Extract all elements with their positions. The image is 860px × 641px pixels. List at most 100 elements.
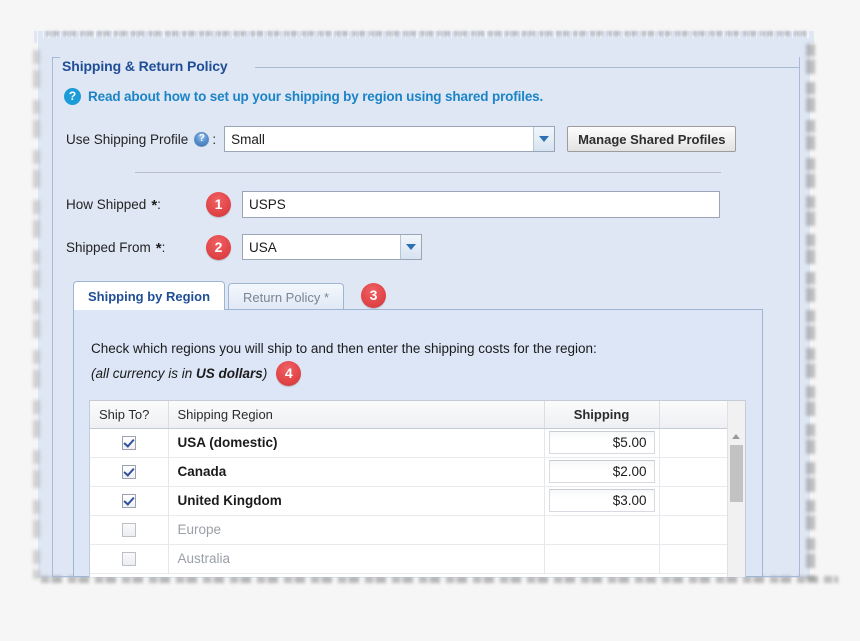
step-badge-1: 1 (206, 192, 231, 217)
table-header-row: Ship To? Shipping Region Shipping (90, 401, 727, 429)
use-shipping-profile-row: Use Shipping Profile : Small Manage Shar… (66, 126, 737, 152)
region-label: Europe (177, 522, 222, 537)
fieldset-border-right-stub (255, 67, 800, 68)
region-cell: Canada (168, 457, 545, 487)
torn-edge-bottom (38, 576, 838, 583)
chevron-down-icon[interactable] (400, 235, 421, 259)
how-shipped-label-cell: How Shipped * : (66, 197, 206, 214)
torn-edge-left (33, 44, 40, 579)
help-link-label: Read about how to set up your shipping b… (88, 89, 544, 104)
how-shipped-row: How Shipped * : 1 USPS (66, 191, 720, 218)
column-header-region: Shipping Region (168, 401, 545, 429)
page-title: Shipping & Return Policy (62, 58, 228, 74)
table-row: Australia (90, 544, 727, 574)
shipping-price-value: $2.00 (612, 464, 647, 479)
table-body: USA (domestic) $5.00 Canada $2.00 United Kin… (90, 428, 727, 574)
shipping-regions-table-container: Ship To? Shipping Region Shipping USA (d… (89, 400, 746, 577)
shipping-price-cell: $5.00 (544, 428, 660, 458)
step-badge-3: 3 (361, 283, 387, 308)
shipping-price-value: $3.00 (612, 493, 647, 508)
fieldset-border-left-stub (52, 57, 60, 58)
region-cell: United Kingdom (168, 486, 545, 516)
currency-note-suffix: ) (262, 365, 268, 381)
currency-note: (all currency is in US dollars) (91, 364, 267, 384)
region-label: United Kingdom (177, 493, 282, 508)
shared-profiles-help-link[interactable]: ? Read about how to set up your shipping… (64, 88, 543, 105)
shipping-price-cell (544, 544, 660, 574)
ship-to-checkbox[interactable] (121, 465, 136, 480)
tab-return-policy-label: Return Policy * (243, 289, 330, 305)
ship-to-cell (90, 486, 169, 516)
tab-shipping-by-region[interactable]: Shipping by Region (73, 281, 226, 310)
instructions-text: Check which regions you will ship to and… (91, 339, 751, 386)
table-row: USA (domestic) $5.00 (90, 428, 727, 458)
shipping-profile-select[interactable]: Small (224, 126, 556, 152)
shipping-price-cell: $2.00 (544, 457, 660, 487)
how-shipped-label: How Shipped (66, 197, 147, 212)
ship-to-checkbox[interactable] (121, 494, 136, 509)
label-colon: : (157, 197, 161, 212)
help-circle-icon[interactable] (194, 131, 210, 147)
use-shipping-profile-label: Use Shipping Profile (66, 131, 189, 147)
shipping-price-value: $5.00 (612, 435, 647, 450)
ship-to-cell (90, 428, 169, 458)
column-header-spacer (659, 401, 727, 429)
shipping-price-input[interactable]: $5.00 (548, 431, 655, 454)
chevron-down-icon[interactable] (533, 127, 555, 151)
step-badge-2: 2 (206, 234, 231, 260)
scroll-up-arrow-icon[interactable] (728, 429, 745, 442)
shipping-price-cell: $3.00 (544, 486, 660, 516)
shipping-profile-value: Small (231, 131, 265, 147)
shipping-price-cell (544, 515, 660, 545)
row-spacer-cell (659, 515, 727, 545)
section-divider (135, 172, 721, 173)
shipped-from-value: USA (249, 239, 277, 255)
torn-paper-page: Shipping & Return Policy ? Read about ho… (0, 0, 860, 641)
shipping-regions-table-body: Ship To? Shipping Region Shipping USA (d… (90, 401, 727, 577)
label-colon: : (212, 131, 217, 147)
currency-note-bold: US dollars (196, 365, 263, 381)
region-cell: Australia (168, 544, 545, 574)
ship-to-cell (90, 544, 169, 574)
shipping-price-input[interactable]: $2.00 (548, 460, 655, 483)
table-row: Canada $2.00 (90, 457, 727, 487)
required-asterisk: * (155, 239, 162, 257)
shipped-from-label: Shipped From (66, 239, 151, 255)
shipping-price-input[interactable]: $3.00 (548, 489, 655, 512)
table-row: Europe (90, 515, 727, 545)
tab-shipping-by-region-label: Shipping by Region (88, 288, 211, 304)
label-colon: : (161, 239, 166, 255)
region-cell: Europe (168, 515, 545, 545)
region-cell: USA (domestic) (168, 428, 545, 458)
table-vertical-scrollbar[interactable] (727, 401, 745, 577)
shipping-regions-table: Ship To? Shipping Region Shipping USA (d… (90, 401, 727, 574)
row-spacer-cell (659, 486, 727, 516)
shipped-from-row: Shipped From * : 2 USA (66, 234, 422, 260)
help-circle-icon: ? (64, 88, 81, 105)
how-shipped-value: USPS (249, 197, 286, 212)
column-header-ship-to: Ship To? (90, 401, 169, 429)
tab-return-policy[interactable]: Return Policy * (228, 283, 345, 310)
table-row: United Kingdom $3.00 (90, 486, 727, 516)
scrollbar-thumb[interactable] (730, 445, 743, 502)
instructions-line-2: (all currency is in US dollars) 4 (91, 361, 751, 386)
required-asterisk: * (151, 197, 158, 214)
currency-note-prefix: (all currency is in (91, 365, 197, 381)
column-header-shipping: Shipping (544, 401, 660, 429)
torn-edge-top (44, 31, 806, 36)
policy-tabs: Shipping by Region Return Policy * 3 (73, 281, 387, 310)
ship-to-checkbox[interactable] (121, 523, 136, 538)
how-shipped-input[interactable]: USPS (242, 191, 720, 218)
step-badge-4: 4 (276, 361, 302, 386)
manage-shared-profiles-button[interactable]: Manage Shared Profiles (567, 126, 737, 152)
torn-edge-right (806, 40, 815, 580)
region-label: Australia (177, 551, 231, 566)
ship-to-checkbox[interactable] (121, 552, 136, 567)
ship-to-checkbox[interactable] (121, 436, 136, 451)
row-spacer-cell (659, 428, 727, 458)
region-label: Canada (177, 464, 227, 479)
shipped-from-label-cell: Shipped From * : (66, 239, 206, 257)
ship-to-cell (90, 515, 169, 545)
ship-to-cell (90, 457, 169, 487)
shipped-from-select[interactable]: USA (242, 234, 422, 260)
